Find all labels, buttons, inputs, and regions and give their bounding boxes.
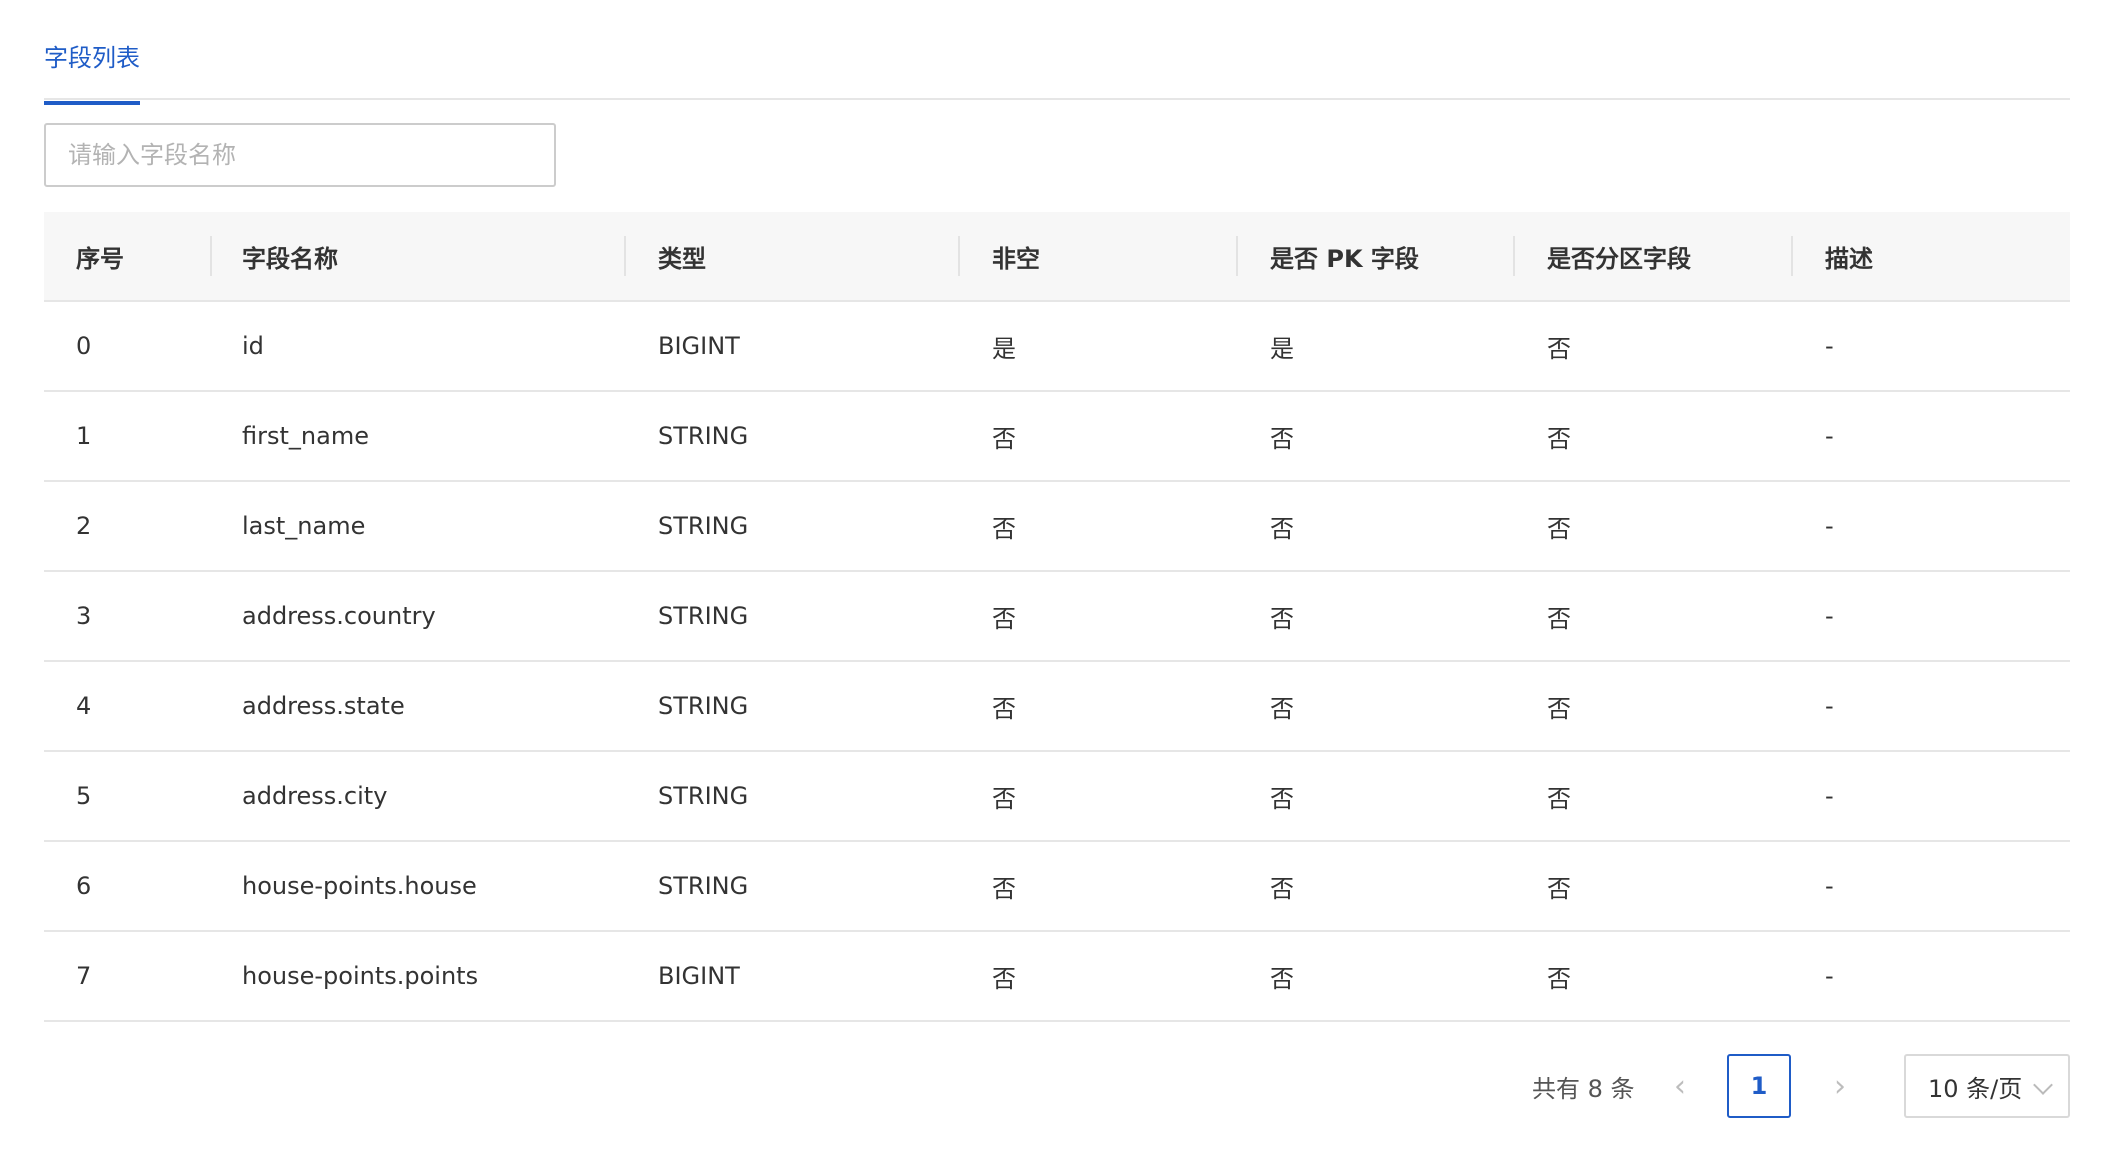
table-row: 5 address.city STRING 否 否 否 - [44, 752, 2070, 842]
column-divider [958, 236, 960, 276]
total-count: 共有 8 条 [1532, 1074, 1635, 1103]
cell-type: STRING [658, 422, 749, 450]
column-header-name: 字段名称 [242, 244, 338, 273]
cell-not-null: 否 [992, 424, 1016, 453]
column-divider [1236, 236, 1238, 276]
cell-field-name: house-points.points [242, 962, 479, 990]
cell-index: 5 [76, 782, 92, 810]
column-header-index: 序号 [76, 244, 124, 273]
cell-not-null: 否 [992, 604, 1016, 633]
cell-index: 3 [76, 602, 92, 630]
cell-partition: 否 [1547, 694, 1571, 723]
cell-pk: 否 [1270, 604, 1294, 633]
cell-description: - [1825, 872, 1834, 900]
cell-type: STRING [658, 512, 749, 540]
cell-not-null: 否 [992, 964, 1016, 993]
cell-partition: 否 [1547, 874, 1571, 903]
search-input[interactable] [44, 123, 556, 187]
cell-type: BIGINT [658, 962, 740, 990]
page-size-select[interactable]: 10 条/页 [1904, 1054, 2070, 1118]
cell-index: 4 [76, 692, 92, 720]
cell-type: BIGINT [658, 332, 740, 360]
cell-field-name: address.country [242, 602, 436, 630]
pagination: 共有 8 条 ‹ 1 › 10 条/页 [0, 1054, 2070, 1118]
cell-index: 6 [76, 872, 92, 900]
field-table: 序号 字段名称 类型 非空 是否 PK 字段 是否分区字段 描述 0 id BI… [44, 212, 2070, 1022]
column-divider [1513, 236, 1515, 276]
chevron-down-icon [2033, 1075, 2053, 1095]
table-row: 4 address.state STRING 否 否 否 - [44, 662, 2070, 752]
cell-field-name: address.city [242, 782, 388, 810]
cell-partition: 否 [1547, 514, 1571, 543]
cell-description: - [1825, 422, 1834, 450]
tab-field-list[interactable]: 字段列表 [44, 38, 140, 105]
cell-partition: 否 [1547, 964, 1571, 993]
page-button-current[interactable]: 1 [1727, 1054, 1791, 1118]
cell-partition: 否 [1547, 334, 1571, 363]
column-header-description: 描述 [1825, 244, 1873, 273]
cell-pk: 否 [1270, 424, 1294, 453]
table-row: 6 house-points.house STRING 否 否 否 - [44, 842, 2070, 932]
cell-partition: 否 [1547, 424, 1571, 453]
cell-pk: 否 [1270, 874, 1294, 903]
cell-index: 7 [76, 962, 92, 990]
table-header: 序号 字段名称 类型 非空 是否 PK 字段 是否分区字段 描述 [44, 212, 2070, 302]
cell-index: 0 [76, 332, 92, 360]
cell-partition: 否 [1547, 604, 1571, 633]
cell-description: - [1825, 512, 1834, 540]
cell-description: - [1825, 332, 1834, 360]
cell-type: STRING [658, 692, 749, 720]
column-header-type: 类型 [658, 244, 706, 273]
cell-index: 1 [76, 422, 92, 450]
table-row: 0 id BIGINT 是 是 否 - [44, 302, 2070, 392]
column-divider [210, 236, 212, 276]
table-row: 1 first_name STRING 否 否 否 - [44, 392, 2070, 482]
cell-pk: 否 [1270, 964, 1294, 993]
table-row: 3 address.country STRING 否 否 否 - [44, 572, 2070, 662]
column-header-pk: 是否 PK 字段 [1270, 244, 1419, 273]
cell-type: STRING [658, 602, 749, 630]
column-header-partition: 是否分区字段 [1547, 244, 1691, 273]
cell-field-name: house-points.house [242, 872, 477, 900]
page-size-label: 10 条/页 [1928, 1074, 2023, 1103]
chevron-right-icon[interactable]: › [1822, 1054, 1858, 1118]
column-divider [1791, 236, 1793, 276]
cell-type: STRING [658, 872, 749, 900]
cell-field-name: first_name [242, 422, 369, 450]
column-header-not-null: 非空 [992, 244, 1040, 273]
cell-pk: 否 [1270, 784, 1294, 813]
cell-description: - [1825, 602, 1834, 630]
table-row: 7 house-points.points BIGINT 否 否 否 - [44, 932, 2070, 1022]
column-divider [624, 236, 626, 276]
cell-field-name: id [242, 332, 264, 360]
cell-partition: 否 [1547, 784, 1571, 813]
cell-not-null: 否 [992, 694, 1016, 723]
cell-type: STRING [658, 782, 749, 810]
tab-bar: 字段列表 [44, 0, 2070, 105]
cell-pk: 是 [1270, 334, 1294, 363]
cell-not-null: 否 [992, 784, 1016, 813]
table-row: 2 last_name STRING 否 否 否 - [44, 482, 2070, 572]
cell-description: - [1825, 692, 1834, 720]
cell-not-null: 否 [992, 874, 1016, 903]
cell-index: 2 [76, 512, 92, 540]
cell-description: - [1825, 962, 1834, 990]
cell-pk: 否 [1270, 694, 1294, 723]
chevron-left-icon[interactable]: ‹ [1662, 1054, 1698, 1118]
cell-not-null: 否 [992, 514, 1016, 543]
cell-field-name: last_name [242, 512, 366, 540]
cell-not-null: 是 [992, 334, 1016, 363]
cell-pk: 否 [1270, 514, 1294, 543]
cell-description: - [1825, 782, 1834, 810]
cell-field-name: address.state [242, 692, 405, 720]
